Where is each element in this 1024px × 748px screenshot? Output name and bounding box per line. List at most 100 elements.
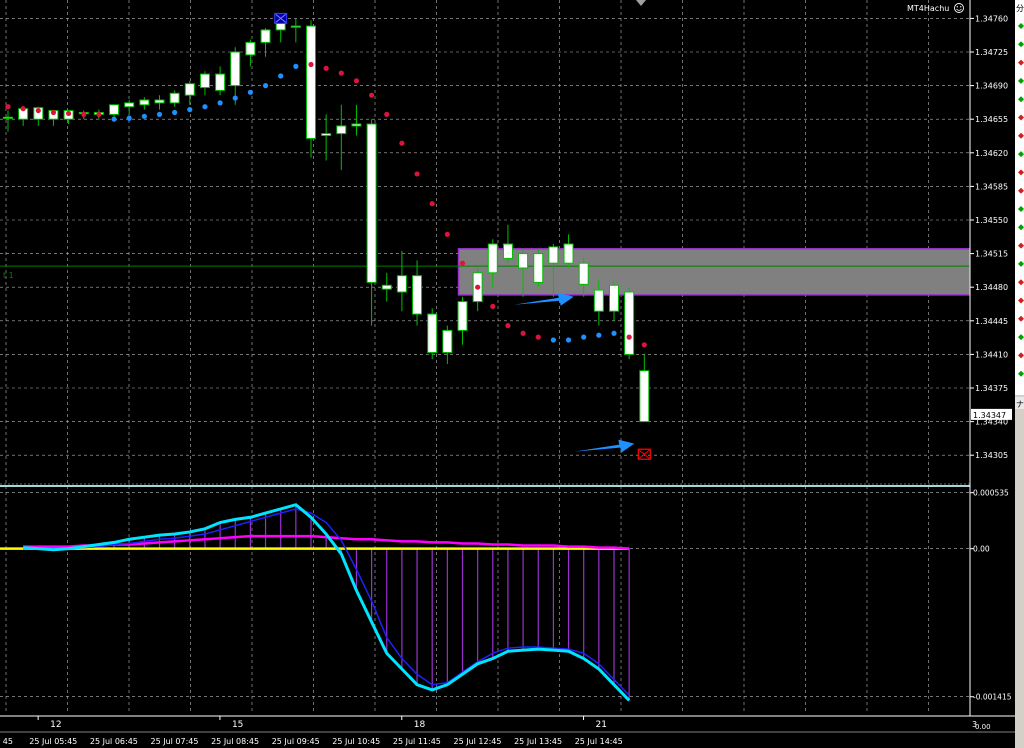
- sar-dot: [550, 337, 557, 343]
- sar-dot: [535, 334, 541, 340]
- candle-body[interactable]: [215, 73, 226, 91]
- sar-dot: [641, 342, 647, 348]
- candle-body[interactable]: [457, 301, 468, 331]
- candle-body[interactable]: [548, 246, 559, 264]
- candle-body[interactable]: [578, 262, 589, 285]
- candle-body[interactable]: [502, 243, 513, 259]
- sar-dot: [353, 78, 360, 84]
- time-label: 25 Jul 11:45: [393, 737, 441, 746]
- current-price-label: 1.34347: [973, 411, 1006, 420]
- sar-dot: [520, 330, 526, 336]
- candle-body[interactable]: [533, 253, 544, 283]
- sar-dot: [369, 92, 375, 98]
- sar-dot: [35, 107, 41, 114]
- time-label: 25 Jul 08:45: [211, 737, 259, 746]
- sar-dot: [338, 70, 344, 76]
- candle-body[interactable]: [593, 289, 604, 312]
- candle-body[interactable]: [230, 51, 241, 87]
- time-axis-corner-bottom: 0.00: [975, 723, 991, 731]
- candle-body[interactable]: [154, 99, 165, 104]
- candle-body[interactable]: [321, 133, 332, 137]
- smiley-eye: [956, 6, 958, 8]
- sar-dot: [384, 111, 390, 117]
- time-label-day: 15: [232, 720, 243, 730]
- price-label: 1.34480: [975, 283, 1008, 292]
- time-label: 25 Jul 10:45: [332, 737, 380, 746]
- sar-dot: [414, 171, 420, 177]
- candle-body[interactable]: [109, 104, 120, 115]
- sar-dot: [156, 111, 163, 117]
- candle-body[interactable]: [624, 291, 635, 355]
- sar-dot: [247, 89, 253, 95]
- window-label: MT4Hachu: [907, 4, 949, 13]
- candle-body[interactable]: [3, 116, 13, 119]
- sar-dot: [505, 323, 511, 329]
- price-label: 1.34410: [975, 350, 1008, 359]
- sar-dot: [96, 111, 102, 117]
- sar-dot: [5, 104, 11, 110]
- price-label: 1.34550: [975, 216, 1008, 225]
- candle-body[interactable]: [442, 329, 453, 353]
- time-label: 25 Jul 12:45: [454, 737, 502, 746]
- candle-body[interactable]: [290, 25, 301, 28]
- time-label: 25 Jul 09:45: [272, 737, 320, 746]
- candle-body[interactable]: [412, 275, 423, 315]
- sar-dot: [66, 110, 72, 117]
- candle-body[interactable]: [199, 73, 210, 89]
- candle-body[interactable]: [306, 25, 316, 139]
- price-label: 1.34655: [975, 115, 1008, 124]
- side-panel-tab-label: ナ: [1016, 400, 1024, 409]
- background: [0, 0, 1024, 748]
- time-label: 25 Jul 14:45: [575, 737, 623, 746]
- open-marker[interactable]: [274, 12, 288, 24]
- sar-dot: [262, 83, 269, 89]
- sar-dot: [565, 337, 572, 343]
- sar-dot: [399, 140, 405, 146]
- candle-body[interactable]: [139, 99, 150, 106]
- candle-body[interactable]: [427, 313, 438, 353]
- time-label-day: 21: [596, 720, 607, 730]
- sar-dot: [172, 109, 178, 116]
- level-line-label: t 1: [3, 271, 14, 280]
- candle-body[interactable]: [518, 253, 529, 269]
- time-label-day: 18: [414, 720, 426, 730]
- trading-chart[interactable]: t 1 1.34760 1.34725 1.34690 1.34655 1.34620 1.…: [0, 0, 1024, 748]
- time-label: 25 Jul 13:45: [514, 737, 562, 746]
- price-label: 1.34375: [975, 384, 1008, 393]
- price-label: 1.34585: [975, 182, 1008, 191]
- sar-dot: [323, 65, 329, 71]
- candle-body[interactable]: [336, 125, 347, 135]
- price-label: 1.34690: [975, 82, 1008, 91]
- candle-body[interactable]: [124, 102, 135, 108]
- price-label: 1.34305: [975, 451, 1008, 460]
- macd-axis-label: 0.000535: [973, 489, 1009, 498]
- price-label: 1.34620: [975, 149, 1008, 158]
- price-label: 1.34760: [975, 14, 1008, 23]
- sar-dot: [217, 100, 223, 106]
- candle-body[interactable]: [396, 275, 407, 293]
- candle-body[interactable]: [351, 123, 362, 127]
- candle-body[interactable]: [381, 284, 392, 290]
- candle-body[interactable]: [487, 243, 498, 274]
- candle-body[interactable]: [245, 41, 256, 56]
- candle-body[interactable]: [184, 83, 195, 96]
- sar-dot: [596, 332, 602, 338]
- candle-body[interactable]: [563, 243, 574, 264]
- price-label: 1.34445: [975, 317, 1008, 326]
- sar-dot: [187, 107, 193, 113]
- sar-dot: [293, 63, 299, 69]
- time-label: 25 Jul 07:45: [151, 737, 199, 746]
- candle-body[interactable]: [639, 370, 650, 423]
- sar-dot: [444, 231, 450, 237]
- sar-dot: [490, 303, 496, 309]
- sar-dot: [611, 330, 617, 336]
- macd-axis-label: -0.001415: [973, 693, 1012, 702]
- sar-dot: [111, 116, 117, 122]
- candle-body[interactable]: [609, 284, 619, 312]
- candle-body[interactable]: [366, 123, 377, 283]
- sar-dot: [126, 115, 132, 121]
- candle-body[interactable]: [275, 22, 286, 31]
- candle-body[interactable]: [260, 29, 271, 43]
- sar-dot: [581, 334, 587, 340]
- candle-body[interactable]: [169, 92, 180, 104]
